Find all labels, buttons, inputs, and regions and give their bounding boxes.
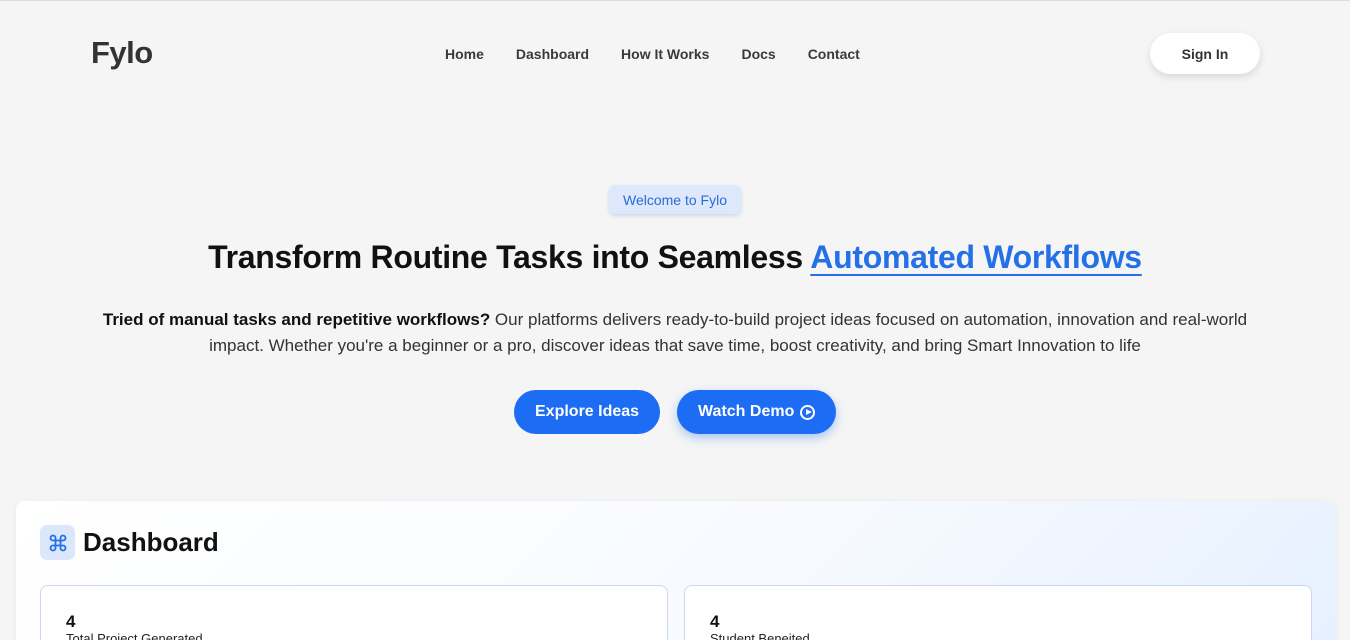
nav-link-how-it-works[interactable]: How It Works xyxy=(621,46,709,62)
stat-card-projects: 4 Total Project Generated xyxy=(40,585,668,640)
sign-in-button[interactable]: Sign In xyxy=(1150,33,1260,74)
explore-ideas-button[interactable]: Explore Ideas xyxy=(514,390,661,434)
top-navigation: Fylo Home Dashboard How It Works Docs Co… xyxy=(0,1,1350,109)
welcome-badge: Welcome to Fylo xyxy=(609,185,741,214)
headline-accent-text: Automated Workflows xyxy=(810,239,1142,275)
cta-buttons: Explore Ideas Watch Demo xyxy=(514,390,837,434)
hero-headline: Transform Routine Tasks into Seamless Au… xyxy=(0,239,1350,276)
hero-description-bold: Tried of manual tasks and repetitive wor… xyxy=(102,310,491,329)
stat-value: 4 xyxy=(66,612,76,631)
stat-value: 4 xyxy=(710,612,720,631)
nav-link-dashboard[interactable]: Dashboard xyxy=(516,46,589,62)
nav-link-docs[interactable]: Docs xyxy=(741,46,775,62)
nav-link-home[interactable]: Home xyxy=(445,46,484,62)
play-circle-icon xyxy=(800,404,816,420)
explore-ideas-label: Explore Ideas xyxy=(535,403,640,420)
brand-logo[interactable]: Fylo xyxy=(91,35,153,71)
watch-demo-label: Watch Demo xyxy=(698,403,795,420)
nav-links: Home Dashboard How It Works Docs Contact xyxy=(445,46,860,62)
headline-main-text: Transform Routine Tasks into Seamless xyxy=(208,239,811,275)
dashboard-panel: Dashboard 4 Total Project Generated 4 St… xyxy=(16,501,1336,640)
command-icon xyxy=(40,525,75,560)
stat-label: Student Beneited xyxy=(710,631,810,640)
stat-label: Total Project Generated xyxy=(66,631,203,640)
dashboard-title: Dashboard xyxy=(83,527,219,557)
hero-description: Tried of manual tasks and repetitive wor… xyxy=(100,307,1250,359)
watch-demo-button[interactable]: Watch Demo xyxy=(677,390,837,434)
nav-link-contact[interactable]: Contact xyxy=(808,46,860,62)
stat-card-students: 4 Student Beneited xyxy=(684,585,1312,640)
